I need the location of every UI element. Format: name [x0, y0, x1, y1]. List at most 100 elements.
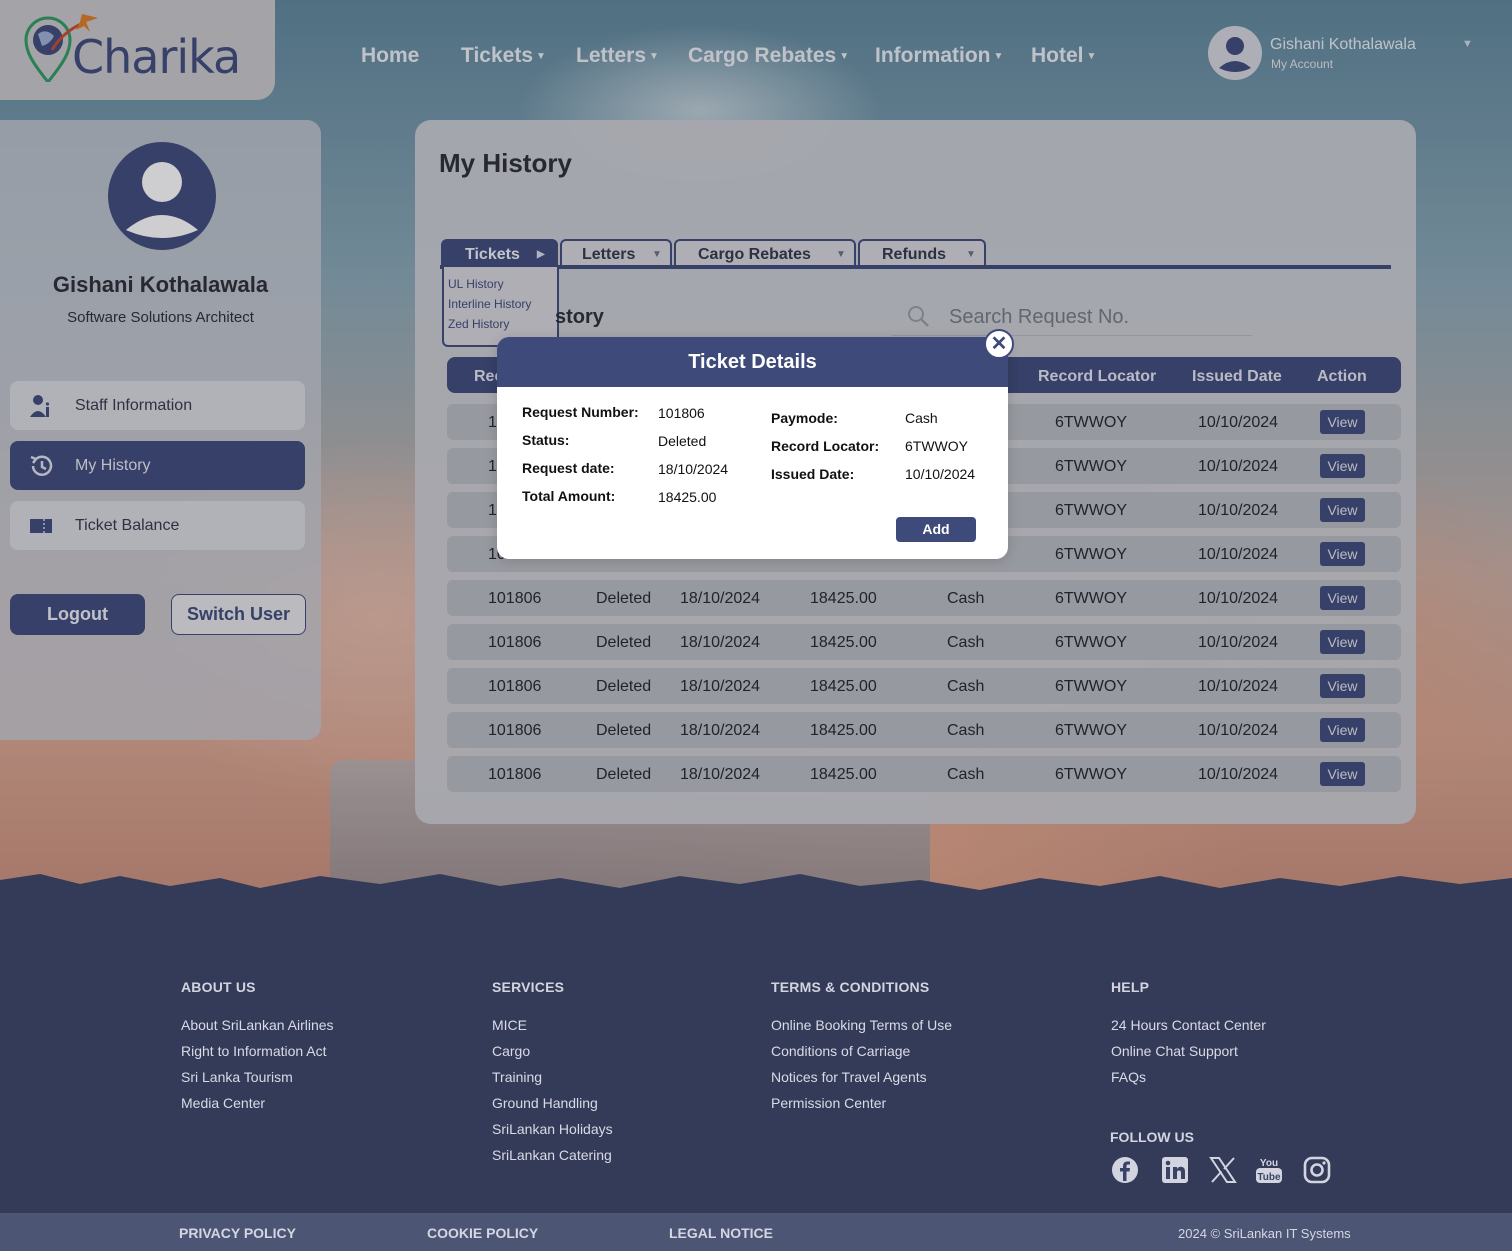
footer-link[interactable]: Permission Center — [771, 1095, 952, 1121]
tab-refunds[interactable]: Refunds ▼ — [858, 239, 986, 267]
nav-information[interactable]: Information ▼ — [875, 44, 1003, 68]
logo-container[interactable]: Charika — [0, 0, 275, 100]
ticket-details-modal: Ticket Details ✕ Request Number: 101806 … — [497, 329, 1014, 559]
footer-column-about: ABOUT US About SriLankan Airlines Right … — [181, 979, 334, 1121]
cookie-policy-link[interactable]: COOKIE POLICY — [427, 1225, 538, 1241]
footer-link[interactable]: SriLankan Catering — [492, 1147, 613, 1173]
staff-info-icon — [30, 395, 50, 417]
view-button[interactable]: View — [1320, 762, 1365, 786]
footer-heading: SERVICES — [492, 979, 565, 995]
section-title: story — [555, 306, 604, 328]
close-icon[interactable]: ✕ — [984, 329, 1014, 359]
view-button[interactable]: View — [1320, 586, 1365, 610]
footer-link[interactable]: About SriLankan Airlines — [181, 1017, 334, 1043]
nav-letters[interactable]: Letters ▼ — [576, 44, 659, 68]
tab-cargo-rebates[interactable]: Cargo Rebates ▼ — [674, 239, 856, 267]
nav-home[interactable]: Home — [361, 44, 419, 68]
linkedin-icon[interactable] — [1160, 1155, 1190, 1185]
footer-column-terms: TERMS & CONDITIONS Online Booking Terms … — [771, 979, 952, 1121]
sidebar-item-label: Staff Information — [75, 397, 193, 414]
field-value: 101806 — [658, 405, 705, 421]
instagram-icon[interactable] — [1302, 1155, 1332, 1185]
view-button[interactable]: View — [1320, 454, 1365, 478]
avatar — [1208, 26, 1262, 80]
footer-link[interactable]: Ground Handling — [492, 1095, 613, 1121]
x-icon[interactable] — [1208, 1155, 1238, 1185]
field-value: 18/10/2024 — [658, 461, 729, 477]
view-button[interactable]: View — [1320, 542, 1365, 566]
view-button[interactable]: View — [1320, 410, 1365, 434]
footer-link[interactable]: Sri Lanka Tourism — [181, 1069, 334, 1095]
col-header-record-locator: Record Locator — [1038, 368, 1157, 385]
footer-column-services: SERVICES MICE Cargo Training Ground Hand… — [492, 979, 613, 1173]
sidebar-item-ticket-balance[interactable]: Ticket Balance — [10, 501, 305, 550]
view-button[interactable]: View — [1320, 630, 1365, 654]
field-label: Request date: — [522, 460, 615, 476]
youtube-icon[interactable]: You Tube — [1254, 1155, 1284, 1185]
field-value: Deleted — [658, 433, 707, 449]
svg-text:Tube: Tube — [1257, 1172, 1281, 1183]
logout-button[interactable]: Logout — [10, 594, 145, 635]
footer-link[interactable]: Media Center — [181, 1095, 334, 1121]
profile-name: Gishani Kothalawala — [52, 272, 269, 297]
profile-avatar — [108, 142, 216, 250]
torn-paper-edge — [0, 874, 1512, 930]
sidebar-item-my-history[interactable]: My History — [10, 441, 305, 490]
chevron-down-icon: ▼ — [536, 50, 546, 62]
privacy-policy-link[interactable]: PRIVACY POLICY — [179, 1225, 296, 1241]
field-label: Issued Date: — [771, 466, 855, 482]
footer-link[interactable]: Conditions of Carriage — [771, 1043, 952, 1069]
footer-link[interactable]: MICE — [492, 1017, 613, 1043]
chevron-down-icon[interactable]: ▼ — [1462, 38, 1473, 50]
chevron-right-icon: ▶ — [537, 249, 545, 260]
footer-link[interactable]: Cargo — [492, 1043, 613, 1069]
account-sub: My Account — [1271, 57, 1334, 71]
tab-letters[interactable]: Letters ▼ — [560, 239, 672, 267]
footer-link[interactable]: Online Booking Terms of Use — [771, 1017, 952, 1043]
switch-user-button[interactable]: Switch User — [171, 594, 306, 635]
footer-link[interactable]: Right to Information Act — [181, 1043, 334, 1069]
legal-notice-link[interactable]: LEGAL NOTICE — [669, 1225, 773, 1241]
view-button[interactable]: View — [1320, 718, 1365, 742]
facebook-icon[interactable] — [1110, 1155, 1140, 1185]
field-label: Paymode: — [771, 410, 838, 426]
footer-link[interactable]: Notices for Travel Agents — [771, 1069, 952, 1095]
footer-link[interactable]: FAQs — [1111, 1069, 1266, 1095]
footer-link[interactable]: Training — [492, 1069, 613, 1095]
nav-tickets[interactable]: Tickets ▼ — [461, 44, 546, 68]
footer-link[interactable]: Online Chat Support — [1111, 1043, 1266, 1069]
field-label: Record Locator: — [771, 438, 880, 454]
menu-item-zed-history[interactable]: Zed History — [448, 317, 509, 331]
tab-underline — [440, 265, 1391, 269]
table-row: 101806 Deleted 18/10/2024 18425.00 Cash … — [447, 624, 1401, 660]
sidebar-item-staff-information[interactable]: Staff Information — [10, 381, 305, 430]
field-label: Request Number: — [522, 404, 639, 420]
footer-link[interactable]: SriLankan Holidays — [492, 1121, 613, 1147]
table-row: 101806 Deleted 18/10/2024 18425.00 Cash … — [447, 712, 1401, 748]
chevron-down-icon: ▼ — [649, 50, 659, 62]
view-button[interactable]: View — [1320, 498, 1365, 522]
menu-item-interline-history[interactable]: Interline History — [448, 297, 531, 311]
field-value: 6TWWOY — [905, 438, 968, 454]
profile-role: Software Solutions Architect — [67, 309, 254, 326]
add-button[interactable]: Add — [896, 517, 976, 542]
menu-item-ul-history[interactable]: UL History — [448, 277, 504, 291]
history-icon — [30, 455, 53, 476]
footer-column-help: HELP 24 Hours Contact Center Online Chat… — [1111, 979, 1266, 1095]
footer-heading: TERMS & CONDITIONS — [771, 979, 930, 995]
modal-title: Ticket Details — [497, 337, 1008, 387]
brand-name: Charika — [72, 30, 241, 84]
col-header-issued-date: Issued Date — [1192, 368, 1282, 385]
tab-tickets[interactable]: Tickets ▶ — [441, 239, 558, 267]
sidebar: Gishani Kothalawala Software Solutions A… — [0, 120, 321, 740]
nav-cargo-rebates[interactable]: Cargo Rebates ▼ — [688, 44, 849, 68]
search-input[interactable]: Search Request No. — [892, 296, 1252, 336]
user-icon — [1219, 37, 1251, 72]
account-menu[interactable]: Gishani Kothalawala My Account ▼ — [1208, 26, 1488, 82]
table-row: 101806 Deleted 18/10/2024 18425.00 Cash … — [447, 580, 1401, 616]
footer-link[interactable]: 24 Hours Contact Center — [1111, 1017, 1266, 1043]
col-header-action: Action — [1317, 368, 1367, 385]
field-label: Status: — [522, 432, 570, 448]
nav-hotel[interactable]: Hotel ▼ — [1031, 44, 1096, 68]
view-button[interactable]: View — [1320, 674, 1365, 698]
